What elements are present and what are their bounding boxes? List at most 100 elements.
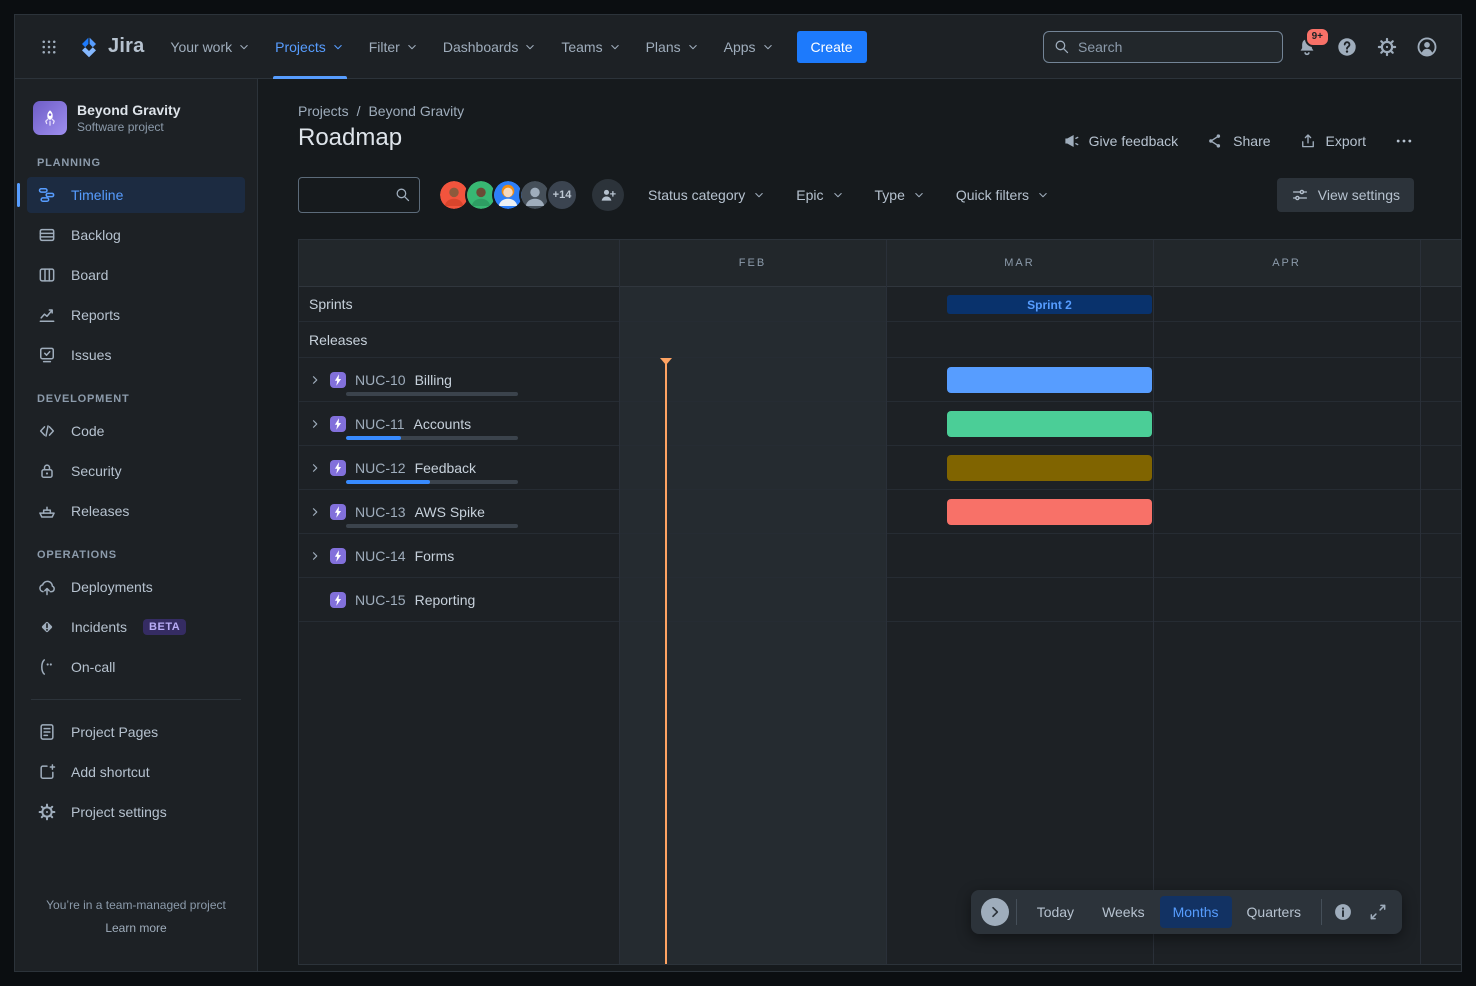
scroll-right-button[interactable] xyxy=(981,898,1009,926)
nav-item-label: Filter xyxy=(369,39,400,55)
sidebar-item-board[interactable]: Board xyxy=(27,257,245,293)
export-button[interactable]: Export xyxy=(1299,132,1366,150)
sidebar-item-label: Board xyxy=(71,267,108,283)
epic-name: Reporting xyxy=(415,592,476,608)
sidebar-item-label: Reports xyxy=(71,307,120,323)
chevron-right-icon[interactable] xyxy=(309,374,325,386)
fullscreen-button[interactable] xyxy=(1364,898,1392,926)
epic-row-lane xyxy=(619,490,1461,533)
sidebar-item-on-call[interactable]: On-call xyxy=(27,649,245,685)
primary-nav: Your work Projects Filter Dashboards Teams Pl… xyxy=(158,15,786,79)
timeline-month-header: FEBMARAPR xyxy=(299,240,1461,287)
zoom-weeks-button[interactable]: Weeks xyxy=(1089,896,1158,928)
epic-schedule-bar[interactable] xyxy=(947,499,1152,525)
sprints-row: Sprints Sprint 2 xyxy=(299,287,1461,322)
epic-icon xyxy=(330,416,346,432)
settings-button[interactable] xyxy=(1371,31,1403,63)
sidebar-item-releases[interactable]: Releases xyxy=(27,493,245,529)
sidebar-item-label: On-call xyxy=(71,659,115,675)
nav-item-label: Projects xyxy=(275,39,326,55)
nav-item-dashboards[interactable]: Dashboards xyxy=(431,15,550,79)
chevron-down-icon xyxy=(523,40,537,54)
timeline-rows: Sprints Sprint 2 Releases NUC-10BillingN… xyxy=(299,287,1461,622)
nav-item-apps[interactable]: Apps xyxy=(712,15,787,79)
sidebar-item-label: Security xyxy=(71,463,122,479)
epic-row-nuc-13: NUC-13AWS Spike xyxy=(299,490,1461,534)
nav-item-projects[interactable]: Projects xyxy=(263,15,357,79)
epic-icon xyxy=(330,460,346,476)
sidebar-item-deployments[interactable]: Deployments xyxy=(27,569,245,605)
breadcrumb-projects[interactable]: Projects xyxy=(298,103,349,119)
releases-label: Releases xyxy=(309,332,367,348)
notifications-button[interactable]: 9+ xyxy=(1291,31,1323,63)
jira-logo[interactable]: Jira xyxy=(77,35,144,59)
epic-dropdown[interactable]: Epic xyxy=(796,187,844,203)
action-label: Share xyxy=(1233,133,1270,149)
epic-row-lane xyxy=(619,446,1461,489)
timeline-icon xyxy=(37,185,57,205)
profile-button[interactable] xyxy=(1411,31,1443,63)
timeline-info-button[interactable] xyxy=(1329,898,1357,926)
chevron-right-icon xyxy=(987,904,1003,920)
zoom-quarters-button[interactable]: Quarters xyxy=(1234,896,1314,928)
nav-item-label: Teams xyxy=(561,39,602,55)
chevron-right-icon[interactable] xyxy=(309,506,325,518)
chevron-right-icon[interactable] xyxy=(309,462,325,474)
learn-more-link[interactable]: Learn more xyxy=(105,921,166,935)
epic-schedule-bar[interactable] xyxy=(947,367,1152,393)
sidebar-item-issues[interactable]: Issues xyxy=(27,337,245,373)
epic-row-header: NUC-15 Reporting xyxy=(299,578,619,621)
epic-key: NUC-15 xyxy=(355,592,406,608)
quick-filters-dropdown[interactable]: Quick filters xyxy=(956,187,1050,203)
share-icon xyxy=(1206,132,1224,150)
epic-schedule-bar[interactable] xyxy=(947,411,1152,437)
nav-item-plans[interactable]: Plans xyxy=(634,15,712,79)
nav-item-label: Plans xyxy=(646,39,681,55)
epic-name: Forms xyxy=(415,548,455,564)
chevron-down-icon xyxy=(608,40,622,54)
sidebar-item-security[interactable]: Security xyxy=(27,453,245,489)
sidebar-section-label: PLANNING xyxy=(37,157,235,169)
epic-name: Billing xyxy=(415,372,452,388)
view-settings-button[interactable]: View settings xyxy=(1277,178,1414,212)
filter-dropdowns: Status category Epic Type Quick filters xyxy=(648,187,1050,203)
sidebar-item-code[interactable]: Code xyxy=(27,413,245,449)
zoom-today-button[interactable]: Today xyxy=(1024,896,1087,928)
epic-row-header: NUC-12Feedback xyxy=(299,446,619,489)
breadcrumb-project-name[interactable]: Beyond Gravity xyxy=(368,103,464,119)
type-dropdown[interactable]: Type xyxy=(875,187,926,203)
project-avatar xyxy=(33,101,67,135)
global-search xyxy=(1043,31,1283,63)
epic-progress-bar xyxy=(346,392,518,396)
sidebar-item-backlog[interactable]: Backlog xyxy=(27,217,245,253)
avatar-overflow-count[interactable]: +14 xyxy=(546,179,578,211)
add-people-button[interactable] xyxy=(592,179,624,211)
zoom-months-button[interactable]: Months xyxy=(1160,896,1232,928)
sidebar-item-incidents[interactable]: IncidentsBETA xyxy=(27,609,245,645)
epic-progress-bar xyxy=(346,480,518,484)
month-header-mar: MAR xyxy=(886,240,1153,287)
sidebar-item-project-pages[interactable]: Project Pages xyxy=(27,714,245,750)
sidebar-item-timeline[interactable]: Timeline xyxy=(27,177,245,213)
sidebar-item-reports[interactable]: Reports xyxy=(27,297,245,333)
chevron-right-icon[interactable] xyxy=(309,550,325,562)
status-category-dropdown[interactable]: Status category xyxy=(648,187,766,203)
header-actions: Give feedback Share Export xyxy=(1062,131,1414,151)
share-button[interactable]: Share xyxy=(1206,132,1270,150)
help-button[interactable] xyxy=(1331,31,1363,63)
give-feedback-button[interactable]: Give feedback xyxy=(1062,132,1179,150)
nav-item-your-work[interactable]: Your work xyxy=(158,15,263,79)
sidebar-item-label: Backlog xyxy=(71,227,121,243)
sidebar-item-project-settings[interactable]: Project settings xyxy=(27,794,245,830)
more-actions-button[interactable] xyxy=(1394,131,1414,151)
chevron-right-icon[interactable] xyxy=(309,418,325,430)
global-search-input[interactable] xyxy=(1043,31,1283,63)
app-switcher-button[interactable] xyxy=(33,31,65,63)
sidebar-item-add-shortcut[interactable]: Add shortcut xyxy=(27,754,245,790)
epic-schedule-bar[interactable] xyxy=(947,455,1152,481)
epic-row-header: NUC-14Forms xyxy=(299,534,619,577)
nav-item-filter[interactable]: Filter xyxy=(357,15,431,79)
create-button[interactable]: Create xyxy=(797,31,867,63)
nav-item-teams[interactable]: Teams xyxy=(549,15,633,79)
sprint-bar[interactable]: Sprint 2 xyxy=(947,295,1152,314)
